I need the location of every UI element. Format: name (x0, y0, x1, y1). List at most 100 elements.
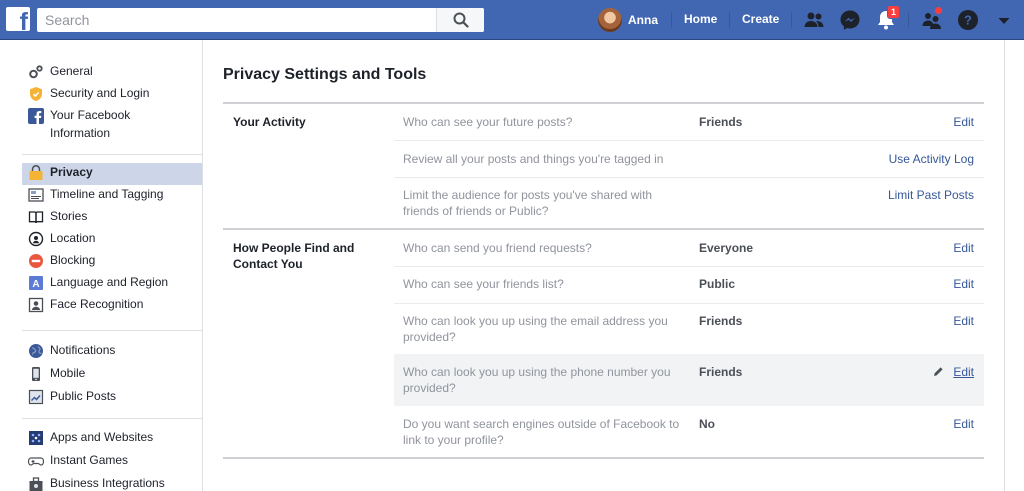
lock-icon (28, 165, 44, 181)
sidebar-item-label: Privacy (50, 165, 93, 179)
profile-name: Anna (628, 13, 658, 27)
setting-value: Everyone (699, 241, 754, 255)
setting-value: Public (699, 277, 736, 291)
sidebar-item-business-integrations[interactable]: Business Integrations (22, 474, 202, 491)
help-icon: ? (958, 10, 978, 30)
edit-link[interactable]: Edit (953, 416, 974, 432)
notifications-button[interactable]: 1 (874, 5, 901, 32)
sidebar-item-blocking[interactable]: Blocking (22, 251, 202, 273)
setting-question: Who can send you friend requests? (403, 241, 592, 255)
find-friends-button[interactable] (920, 6, 944, 32)
setting-row: Who can see your future posts? Friends E… (394, 104, 984, 140)
setting-value: No (699, 417, 715, 431)
nav-divider (908, 12, 909, 28)
sidebar-item-label: Language and Region (50, 275, 169, 289)
setting-value: Friends (699, 365, 743, 379)
edit-link[interactable]: Edit (953, 114, 974, 130)
messenger-icon (840, 10, 860, 30)
edit-link[interactable]: Edit (953, 276, 974, 292)
facebook-logo-letter: f (19, 8, 28, 32)
setting-question: Who can look you up using the email addr… (403, 314, 668, 344)
search-button[interactable] (436, 8, 484, 32)
setting-question: Do you want search engines outside of Fa… (403, 417, 680, 447)
sidebar-group-notifications: Notifications Mobile Public Posts (22, 341, 202, 410)
public-posts-icon (28, 389, 44, 405)
account-menu-button[interactable] (992, 8, 1016, 32)
sidebar-item-label: General (50, 64, 93, 78)
sidebar-item-label: Instant Games (50, 453, 129, 467)
facebook-logo[interactable]: f (6, 7, 30, 31)
use-activity-log-link[interactable]: Use Activity Log (889, 151, 974, 167)
avatar (598, 8, 622, 32)
shield-icon (28, 86, 44, 102)
sidebar-item-label: Blocking (50, 253, 96, 267)
sidebar-item-label: Location (50, 231, 96, 245)
timeline-icon (28, 187, 44, 203)
search-input[interactable] (37, 8, 437, 32)
sidebar-item-your-facebook-information[interactable]: Your Facebook Information (22, 106, 202, 142)
sidebar-item-label: Notifications (50, 343, 116, 357)
nav-divider (671, 12, 672, 28)
sidebar-group-apps: Apps and Websites Instant Games Business… (22, 428, 202, 491)
privacy-settings-panel: Privacy Settings and Tools Your Activity… (203, 40, 1004, 491)
sidebar-group-account: General Security and Login Your Facebook… (22, 62, 202, 142)
section-divider (223, 457, 984, 459)
content-border (1004, 40, 1005, 491)
sidebar-item-language-and-region[interactable]: A Language and Region (22, 273, 202, 295)
sidebar-item-label: Your Facebook Information (50, 108, 131, 140)
search-box (37, 8, 484, 32)
home-link[interactable]: Home (684, 12, 717, 26)
search-icon (453, 12, 469, 28)
setting-row: Who can see your friends list? Public Ed… (394, 267, 984, 303)
mobile-icon (28, 366, 44, 382)
caret-down-icon (998, 18, 1010, 24)
sidebar-item-notifications[interactable]: Notifications (22, 341, 202, 364)
gear-icon (28, 64, 44, 80)
globe-icon (28, 343, 44, 359)
sidebar-item-mobile[interactable]: Mobile (22, 364, 202, 387)
setting-row: Limit the audience for posts you've shar… (394, 178, 984, 228)
setting-question: Who can look you up using the phone numb… (403, 365, 671, 395)
sidebar-divider (22, 154, 202, 155)
setting-question: Who can see your future posts? (403, 115, 573, 129)
edit-link[interactable]: Edit (953, 364, 974, 380)
edit-link[interactable]: Edit (953, 313, 974, 329)
setting-row: Who can send you friend requests? Everyo… (394, 230, 984, 266)
sidebar-item-label: Security and Login (50, 86, 150, 100)
sidebar-item-label: Mobile (50, 366, 86, 380)
sidebar-item-instant-games[interactable]: Instant Games (22, 451, 202, 474)
setting-row: Who can look you up using the email addr… (394, 304, 984, 354)
sidebar-item-general[interactable]: General (22, 62, 202, 84)
sidebar-item-label: Timeline and Tagging (50, 187, 164, 201)
sidebar-item-timeline-and-tagging[interactable]: Timeline and Tagging (22, 185, 202, 207)
top-navigation-bar: f Anna Home Create (0, 0, 1024, 40)
nav-divider (791, 12, 792, 28)
sidebar-item-location[interactable]: Location (22, 229, 202, 251)
sidebar-item-apps-and-websites[interactable]: Apps and Websites (22, 428, 202, 451)
profile-link[interactable]: Anna (598, 8, 658, 32)
setting-question: Who can see your friends list? (403, 277, 564, 291)
svg-text:?: ? (964, 13, 972, 28)
new-indicator-dot (934, 6, 943, 15)
edit-link[interactable]: Edit (953, 240, 974, 256)
sidebar-item-public-posts[interactable]: Public Posts (22, 387, 202, 410)
setting-row: Do you want search engines outside of Fa… (394, 407, 984, 457)
sidebar-item-stories[interactable]: Stories (22, 207, 202, 229)
setting-row: Review all your posts and things you're … (394, 141, 984, 177)
sidebar-item-privacy[interactable]: Privacy (22, 163, 202, 185)
apps-icon (28, 430, 44, 446)
svg-text:A: A (32, 279, 39, 290)
section-title-your-activity: Your Activity (233, 115, 306, 129)
friend-requests-button[interactable] (802, 8, 826, 32)
messenger-button[interactable] (838, 8, 862, 32)
sidebar-item-label: Face Recognition (50, 297, 144, 311)
settings-sidebar: General Security and Login Your Facebook… (0, 40, 203, 491)
sidebar-item-face-recognition[interactable]: Face Recognition (22, 295, 202, 317)
limit-past-posts-link[interactable]: Limit Past Posts (888, 187, 974, 203)
sidebar-item-security[interactable]: Security and Login (22, 84, 202, 106)
sidebar-group-privacy: Privacy Timeline and Tagging Stories Loc… (22, 163, 202, 317)
page-title: Privacy Settings and Tools (223, 66, 427, 83)
help-button[interactable]: ? (956, 8, 980, 32)
create-link[interactable]: Create (742, 12, 779, 26)
pencil-icon (934, 367, 943, 376)
